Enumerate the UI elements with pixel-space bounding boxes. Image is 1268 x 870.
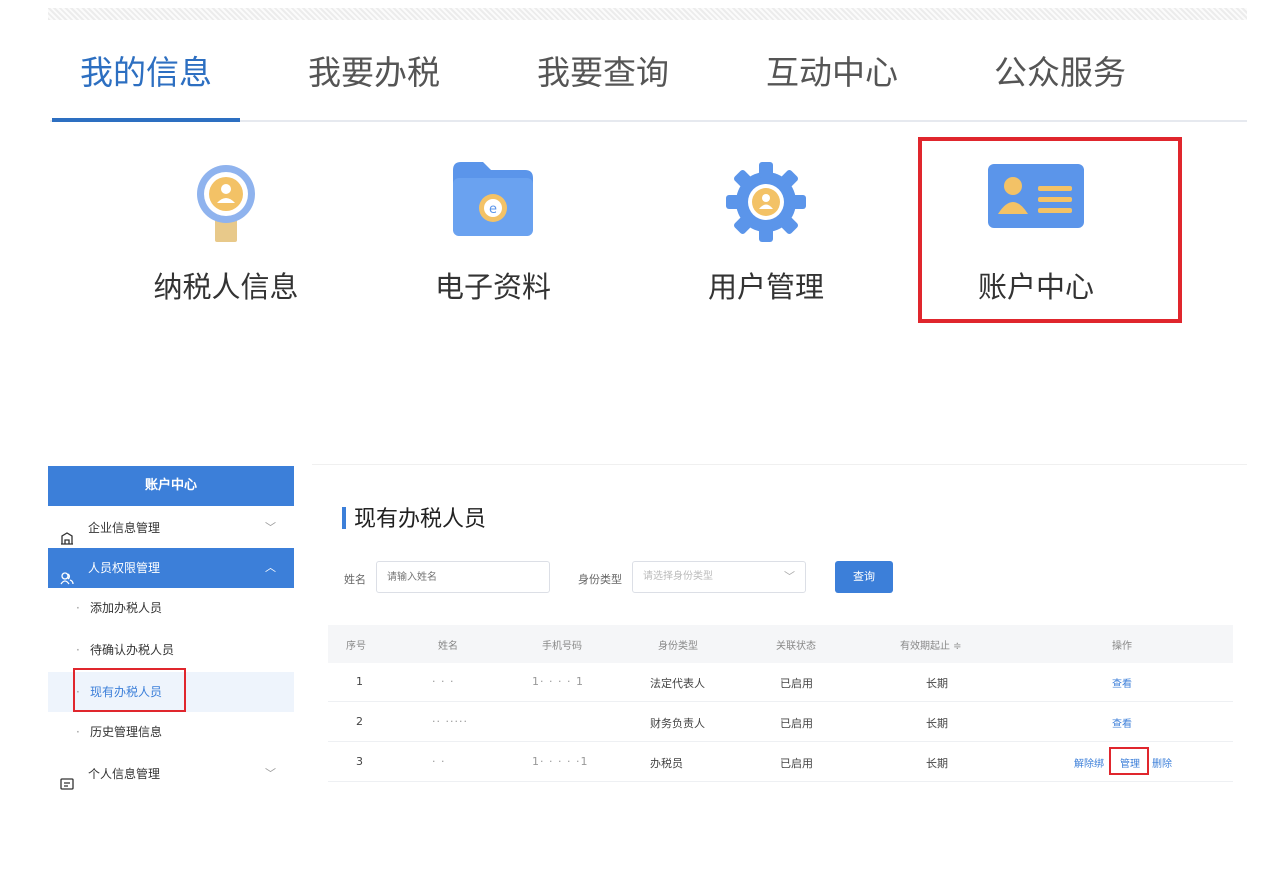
sidebar-group-label: 人员权限管理: [88, 561, 161, 575]
sidebar-item-label: 历史管理信息: [90, 725, 163, 739]
view-link[interactable]: 查看: [1112, 715, 1132, 730]
column-header: 操作: [1112, 641, 1132, 652]
cell-type: 办税员: [650, 757, 683, 770]
sidebar-group-company-info[interactable]: 企业信息管理 ﹀: [48, 508, 294, 548]
tab-query[interactable]: 我要查询: [537, 46, 669, 94]
folder-icon: e: [451, 160, 535, 242]
cell-status: 已启用: [780, 677, 813, 690]
top-nav: 我的信息 我要办税 我要查询 互动中心 公众服务: [50, 30, 1247, 122]
cell-status: 已启用: [780, 757, 813, 770]
building-icon: [60, 521, 74, 545]
users-icon: [60, 561, 74, 585]
table-header: 序号 姓名 手机号码 身份类型 关联状态 有效期起止 ≑ 操作: [328, 625, 1233, 663]
column-header: 身份类型: [658, 641, 698, 652]
page-title: 现有办税人员: [342, 501, 486, 533]
cell-validity: 长期: [926, 757, 948, 770]
chevron-up-icon: ︿: [265, 561, 276, 574]
tile-label: 账户中心: [977, 270, 1094, 304]
column-header: 手机号码: [542, 641, 582, 652]
table-row: 1 · · · 1· · · · 1 法定代表人 已启用 长期 查看: [328, 663, 1233, 702]
tab-my-info[interactable]: 我的信息: [80, 46, 212, 94]
cell-name: · · ·: [432, 675, 455, 688]
sidebar-group-personnel-permissions[interactable]: 人员权限管理 ︿: [48, 548, 294, 588]
main-panel: 现有办税人员 姓名 身份类型 请选择身份类型 ﹀ 查询 序号 姓名 手机号码 身…: [312, 464, 1247, 801]
tab-public-service[interactable]: 公众服务: [994, 46, 1126, 94]
sidebar: 账户中心 企业信息管理 ﹀ 人员权限管理 ︿ · 添加办税人员 · 待确认办税人…: [48, 466, 294, 799]
cell-validity: 长期: [926, 677, 948, 690]
chevron-down-icon: ﹀: [265, 767, 276, 780]
sidebar-title: 账户中心: [48, 466, 294, 506]
active-tab-underline: [52, 118, 240, 122]
sidebar-item-label: 添加办税人员: [90, 601, 163, 615]
sidebar-group-label: 个人信息管理: [88, 767, 161, 781]
cell-type: 法定代表人: [650, 677, 705, 690]
cell-index: 3: [356, 755, 363, 768]
sidebar-group-personal-info[interactable]: 个人信息管理 ﹀: [48, 754, 294, 794]
top-hatch-strip: [48, 8, 1247, 20]
table-row: 2 ·· ····· 财务负责人 已启用 长期 查看: [328, 703, 1233, 742]
tile-user-management[interactable]: 用户管理: [641, 160, 891, 310]
tile-label: 纳税人信息: [153, 270, 299, 304]
tile-label: 用户管理: [707, 270, 824, 304]
column-header: 姓名: [438, 641, 458, 652]
unbind-link[interactable]: 解除绑: [1074, 755, 1104, 770]
name-filter-input[interactable]: [376, 561, 550, 593]
delete-link[interactable]: 删除: [1152, 755, 1172, 770]
tile-label: 电子资料: [434, 270, 551, 304]
chevron-down-icon: ﹀: [784, 570, 795, 583]
query-button[interactable]: 查询: [835, 561, 893, 593]
sidebar-item-pending-tax-staff[interactable]: · 待确认办税人员: [48, 630, 294, 670]
cell-index: 1: [356, 675, 363, 688]
sidebar-item-current-tax-staff[interactable]: · 现有办税人员: [48, 672, 294, 712]
column-header: 序号: [346, 641, 366, 652]
manage-link[interactable]: 管理: [1120, 755, 1140, 770]
cell-index: 2: [356, 715, 363, 728]
chevron-down-icon: ﹀: [265, 521, 276, 534]
cell-validity: 长期: [926, 717, 948, 730]
type-filter-select[interactable]: 请选择身份类型 ﹀: [632, 561, 806, 593]
gear-user-icon: [724, 160, 808, 248]
cell-name: · ·: [432, 755, 446, 768]
tile-electronic-docs[interactable]: e 电子资料: [368, 160, 618, 310]
sidebar-group-label: 企业信息管理: [88, 521, 161, 535]
id-card-icon: [986, 160, 1086, 236]
cell-phone: 1· · · · 1: [532, 675, 584, 688]
page-title-text: 现有办税人员: [354, 507, 487, 532]
tab-tax-handling[interactable]: 我要办税: [308, 46, 440, 94]
tile-taxpayer-info[interactable]: 纳税人信息: [101, 160, 351, 310]
cell-phone: 1· · · · ·1: [532, 755, 589, 768]
tile-account-center[interactable]: 账户中心: [911, 160, 1161, 310]
table-row: 3 · · 1· · · · ·1 办税员 已启用 长期 解除绑 管理 删除: [328, 743, 1233, 782]
sidebar-item-label: 待确认办税人员: [90, 643, 175, 657]
view-link[interactable]: 查看: [1112, 675, 1132, 690]
cell-type: 财务负责人: [650, 717, 705, 730]
taxpayer-badge-icon: [191, 160, 261, 248]
type-filter-placeholder: 请选择身份类型: [643, 571, 713, 582]
sidebar-item-label: 现有办税人员: [90, 685, 163, 699]
sidebar-item-add-tax-staff[interactable]: · 添加办税人员: [48, 588, 294, 628]
sidebar-item-history-management[interactable]: · 历史管理信息: [48, 712, 294, 752]
column-header[interactable]: 有效期起止 ≑: [900, 637, 962, 652]
profile-card-icon: [60, 767, 74, 790]
type-filter-label: 身份类型: [578, 573, 622, 586]
svg-text:e: e: [489, 202, 497, 217]
cell-status: 已启用: [780, 717, 813, 730]
name-filter-label: 姓名: [344, 573, 366, 586]
column-header: 关联状态: [776, 641, 816, 652]
tab-interaction-center[interactable]: 互动中心: [766, 46, 898, 94]
cell-name: ·· ·····: [432, 715, 468, 728]
